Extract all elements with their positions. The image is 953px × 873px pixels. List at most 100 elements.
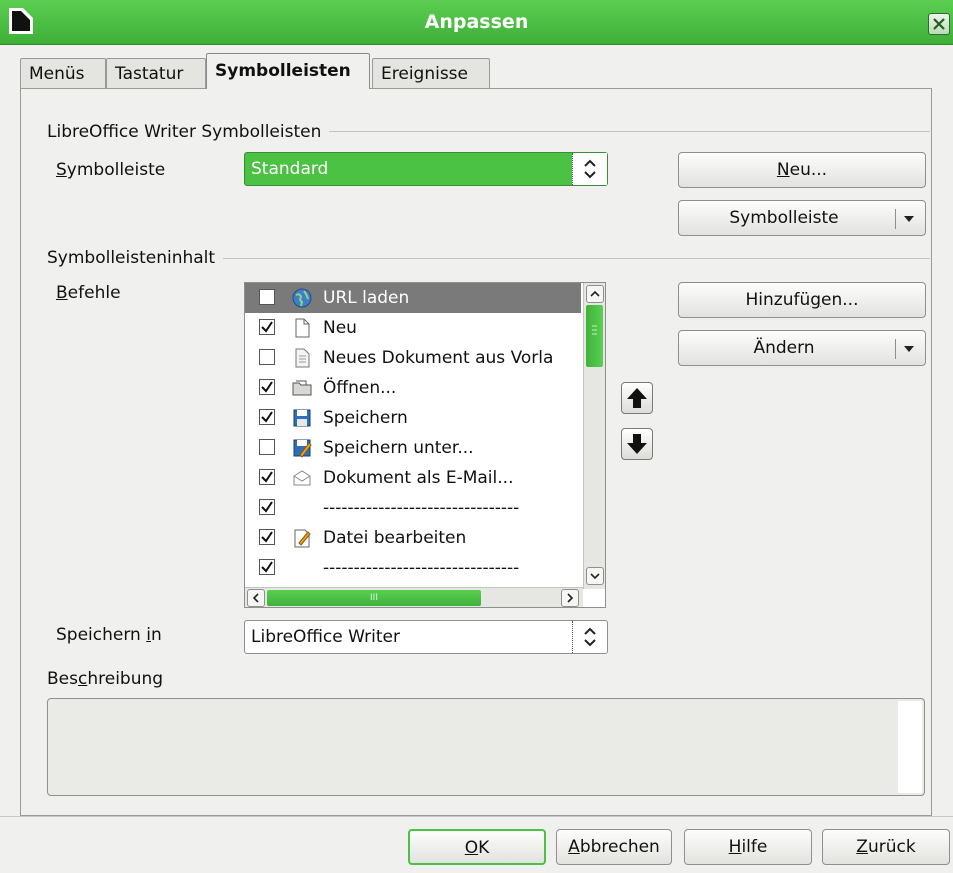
button-separator bbox=[895, 209, 896, 229]
ok-button[interactable]: OK bbox=[408, 829, 546, 865]
tab-events[interactable]: Ereignisse bbox=[372, 58, 490, 88]
save-in-label: Speichern in bbox=[56, 622, 162, 648]
command-checkbox[interactable] bbox=[259, 469, 275, 485]
scroll-up-button[interactable] bbox=[586, 285, 604, 303]
command-label: Speichern bbox=[323, 408, 408, 428]
chevron-right-icon bbox=[567, 593, 574, 603]
tab-keyboard[interactable]: Tastatur bbox=[106, 58, 206, 88]
command-checkbox[interactable] bbox=[259, 289, 275, 305]
command-checkbox[interactable] bbox=[259, 379, 275, 395]
label-text: Speichern bbox=[56, 625, 147, 645]
mnemonic: A bbox=[568, 837, 580, 857]
tab-toolbars[interactable]: Symbolleisten bbox=[206, 53, 370, 89]
back-button[interactable]: Zurück bbox=[822, 829, 950, 865]
combo-arrows bbox=[572, 621, 607, 653]
group-heading-content: Symbolleisteninhalt bbox=[47, 246, 224, 270]
combo-arrows bbox=[572, 153, 607, 185]
command-checkbox[interactable] bbox=[259, 559, 275, 575]
command-checkbox[interactable] bbox=[259, 409, 275, 425]
button-label: urück bbox=[867, 837, 916, 857]
cancel-button[interactable]: Abbrechen bbox=[556, 829, 672, 865]
move-down-button[interactable] bbox=[621, 428, 653, 460]
list-item[interactable]: Speichern unter... bbox=[245, 433, 581, 463]
new-toolbar-button[interactable]: Neu... bbox=[678, 152, 926, 188]
commands-list[interactable]: URL laden Neu Neues Dokument aus Vorla Öffn… bbox=[244, 282, 606, 608]
vertical-scrollbar[interactable] bbox=[583, 283, 605, 589]
grip-icon bbox=[592, 325, 597, 335]
mnemonic: S bbox=[56, 160, 67, 180]
scroll-grip: III bbox=[370, 593, 378, 603]
scroll-left-button[interactable] bbox=[247, 589, 265, 607]
close-button[interactable] bbox=[928, 13, 950, 35]
mnemonic: N bbox=[776, 160, 790, 180]
button-separator bbox=[895, 339, 896, 359]
close-icon bbox=[933, 18, 945, 30]
floppy-edit-icon bbox=[291, 437, 313, 459]
list-item[interactable]: Datei bearbeiten bbox=[245, 523, 581, 553]
scroll-down-button[interactable] bbox=[586, 567, 604, 585]
command-checkbox[interactable] bbox=[259, 529, 275, 545]
button-label: K bbox=[478, 838, 490, 858]
floppy-icon bbox=[291, 407, 313, 429]
footer-separator bbox=[0, 816, 953, 817]
list-item[interactable]: Neues Dokument aus Vorla bbox=[245, 343, 581, 373]
label-text: efehle bbox=[67, 283, 121, 303]
tab-menus[interactable]: Menüs bbox=[20, 58, 106, 88]
command-checkbox[interactable] bbox=[259, 349, 275, 365]
button-label: Symbolleiste bbox=[729, 208, 839, 228]
mnemonic: O bbox=[464, 838, 479, 858]
list-item[interactable]: URL laden bbox=[245, 283, 581, 313]
description-box bbox=[47, 698, 925, 796]
list-item[interactable]: -------------------------------- bbox=[245, 553, 581, 583]
list-item[interactable]: Dokument als E-Mail... bbox=[245, 463, 581, 493]
command-label: Neu bbox=[323, 318, 357, 338]
globe-icon bbox=[291, 287, 313, 309]
list-item[interactable]: Öffnen... bbox=[245, 373, 581, 403]
command-label: -------------------------------- bbox=[323, 558, 520, 578]
group-heading-toolbars: LibreOffice Writer Symbolleisten bbox=[47, 120, 330, 144]
add-command-button[interactable]: Hinzufügen... bbox=[678, 282, 926, 318]
scroll-right-button[interactable] bbox=[561, 589, 579, 607]
toolbar-select[interactable]: Standard bbox=[244, 152, 608, 186]
label-text: hreibung bbox=[87, 669, 164, 689]
command-label: URL laden bbox=[323, 288, 410, 308]
button-label: ilfe bbox=[741, 837, 768, 857]
button-label: Ändern bbox=[753, 338, 815, 358]
arrow-up-icon bbox=[627, 388, 647, 408]
toolbar-label: Symbolleiste bbox=[56, 157, 165, 183]
button-label: eu... bbox=[789, 160, 828, 180]
help-button[interactable]: Hilfe bbox=[684, 829, 812, 865]
command-checkbox[interactable] bbox=[259, 439, 275, 455]
command-label: Öffnen... bbox=[323, 378, 397, 398]
move-up-button[interactable] bbox=[621, 382, 653, 414]
command-checkbox[interactable] bbox=[259, 499, 275, 515]
toolbar-select-value: Standard bbox=[251, 159, 329, 179]
list-item[interactable]: Neu bbox=[245, 313, 581, 343]
chevron-left-icon bbox=[252, 593, 259, 603]
envelope-icon bbox=[291, 467, 313, 489]
command-label: Speichern unter... bbox=[323, 438, 474, 458]
horizontal-scrollbar[interactable]: III bbox=[245, 587, 583, 607]
mnemonic: B bbox=[56, 283, 68, 303]
save-in-value: LibreOffice Writer bbox=[251, 627, 400, 647]
label-text: ymbolleiste bbox=[66, 160, 166, 180]
tab-label: Tastatur bbox=[115, 64, 184, 84]
folder-icon bbox=[291, 377, 313, 399]
command-checkbox[interactable] bbox=[259, 319, 275, 335]
save-in-select[interactable]: LibreOffice Writer bbox=[244, 620, 608, 654]
command-label: Datei bearbeiten bbox=[323, 528, 467, 548]
command-label: Neues Dokument aus Vorla bbox=[323, 348, 554, 368]
edit-file-icon bbox=[291, 527, 313, 549]
mnemonic: c bbox=[77, 669, 88, 689]
list-item[interactable]: Speichern bbox=[245, 403, 581, 433]
tab-label: Ereignisse bbox=[381, 64, 469, 84]
template-icon bbox=[291, 347, 313, 369]
command-label: -------------------------------- bbox=[323, 498, 520, 518]
horizontal-scroll-thumb[interactable]: III bbox=[267, 590, 481, 606]
modify-button[interactable]: Ändern bbox=[678, 330, 926, 366]
updown-chevron-icon bbox=[584, 159, 596, 179]
button-label: bbrechen bbox=[579, 837, 660, 857]
toolbar-menu-button[interactable]: Symbolleiste bbox=[678, 200, 926, 236]
list-item[interactable]: -------------------------------- bbox=[245, 493, 581, 523]
vertical-scroll-thumb[interactable] bbox=[586, 305, 603, 367]
